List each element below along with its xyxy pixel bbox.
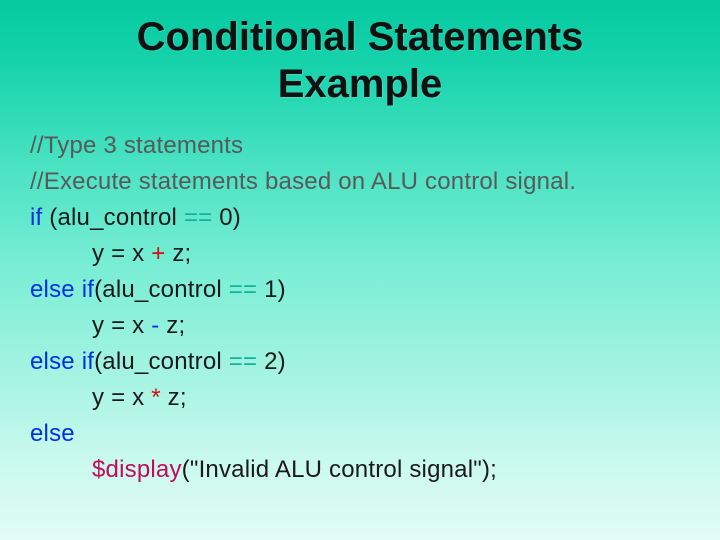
keyword-else: else <box>30 276 75 303</box>
code-line-body-1: y = x - z; <box>30 308 690 344</box>
code-line-elseif-2: else if(alu_control == 2) <box>30 344 690 380</box>
system-task-display: $display <box>92 456 182 483</box>
code-line-else: else <box>30 416 690 452</box>
code-line-display: $display("Invalid ALU control signal"); <box>30 452 690 488</box>
keyword-else: else <box>30 348 75 375</box>
stmt-text: z; <box>159 312 185 339</box>
stmt-text: y = x <box>92 384 151 411</box>
comment-text: //Execute statements based on ALU contro… <box>30 168 576 195</box>
slide: Conditional Statements Example //Type 3 … <box>0 0 720 540</box>
code-line-body-2: y = x * z; <box>30 380 690 416</box>
keyword-if: if <box>82 348 94 375</box>
cond-text: (alu_control <box>42 204 184 231</box>
space <box>75 276 82 303</box>
operator-eq: == <box>184 204 212 231</box>
keyword-if: if <box>82 276 94 303</box>
keyword-if: if <box>30 204 42 231</box>
operator-plus: + <box>151 240 165 267</box>
cond-text: (alu_control <box>94 348 229 375</box>
stmt-text: y = x <box>92 240 151 267</box>
comment-text: //Type 3 statements <box>30 132 243 159</box>
keyword-else: else <box>30 420 75 447</box>
code-line-comment-1: //Type 3 statements <box>30 128 690 164</box>
display-arg: ("Invalid ALU control signal"); <box>182 456 497 483</box>
title-line-1: Conditional Statements <box>137 15 584 59</box>
stmt-text: z; <box>161 384 187 411</box>
title-line-2: Example <box>278 62 443 106</box>
code-line-if-0: if (alu_control == 0) <box>30 200 690 236</box>
code-line-body-0: y = x + z; <box>30 236 690 272</box>
code-line-comment-2: //Execute statements based on ALU contro… <box>30 164 690 200</box>
code-block: //Type 3 statements //Execute statements… <box>30 128 690 488</box>
slide-title: Conditional Statements Example <box>30 14 690 108</box>
operator-eq: == <box>229 348 257 375</box>
cond-text: 1) <box>257 276 286 303</box>
cond-text: 0) <box>212 204 241 231</box>
operator-mul: * <box>151 384 161 411</box>
operator-eq: == <box>229 276 257 303</box>
stmt-text: z; <box>165 240 191 267</box>
space <box>75 348 82 375</box>
code-line-elseif-1: else if(alu_control == 1) <box>30 272 690 308</box>
cond-text: (alu_control <box>94 276 229 303</box>
stmt-text: y = x <box>92 312 151 339</box>
cond-text: 2) <box>257 348 286 375</box>
